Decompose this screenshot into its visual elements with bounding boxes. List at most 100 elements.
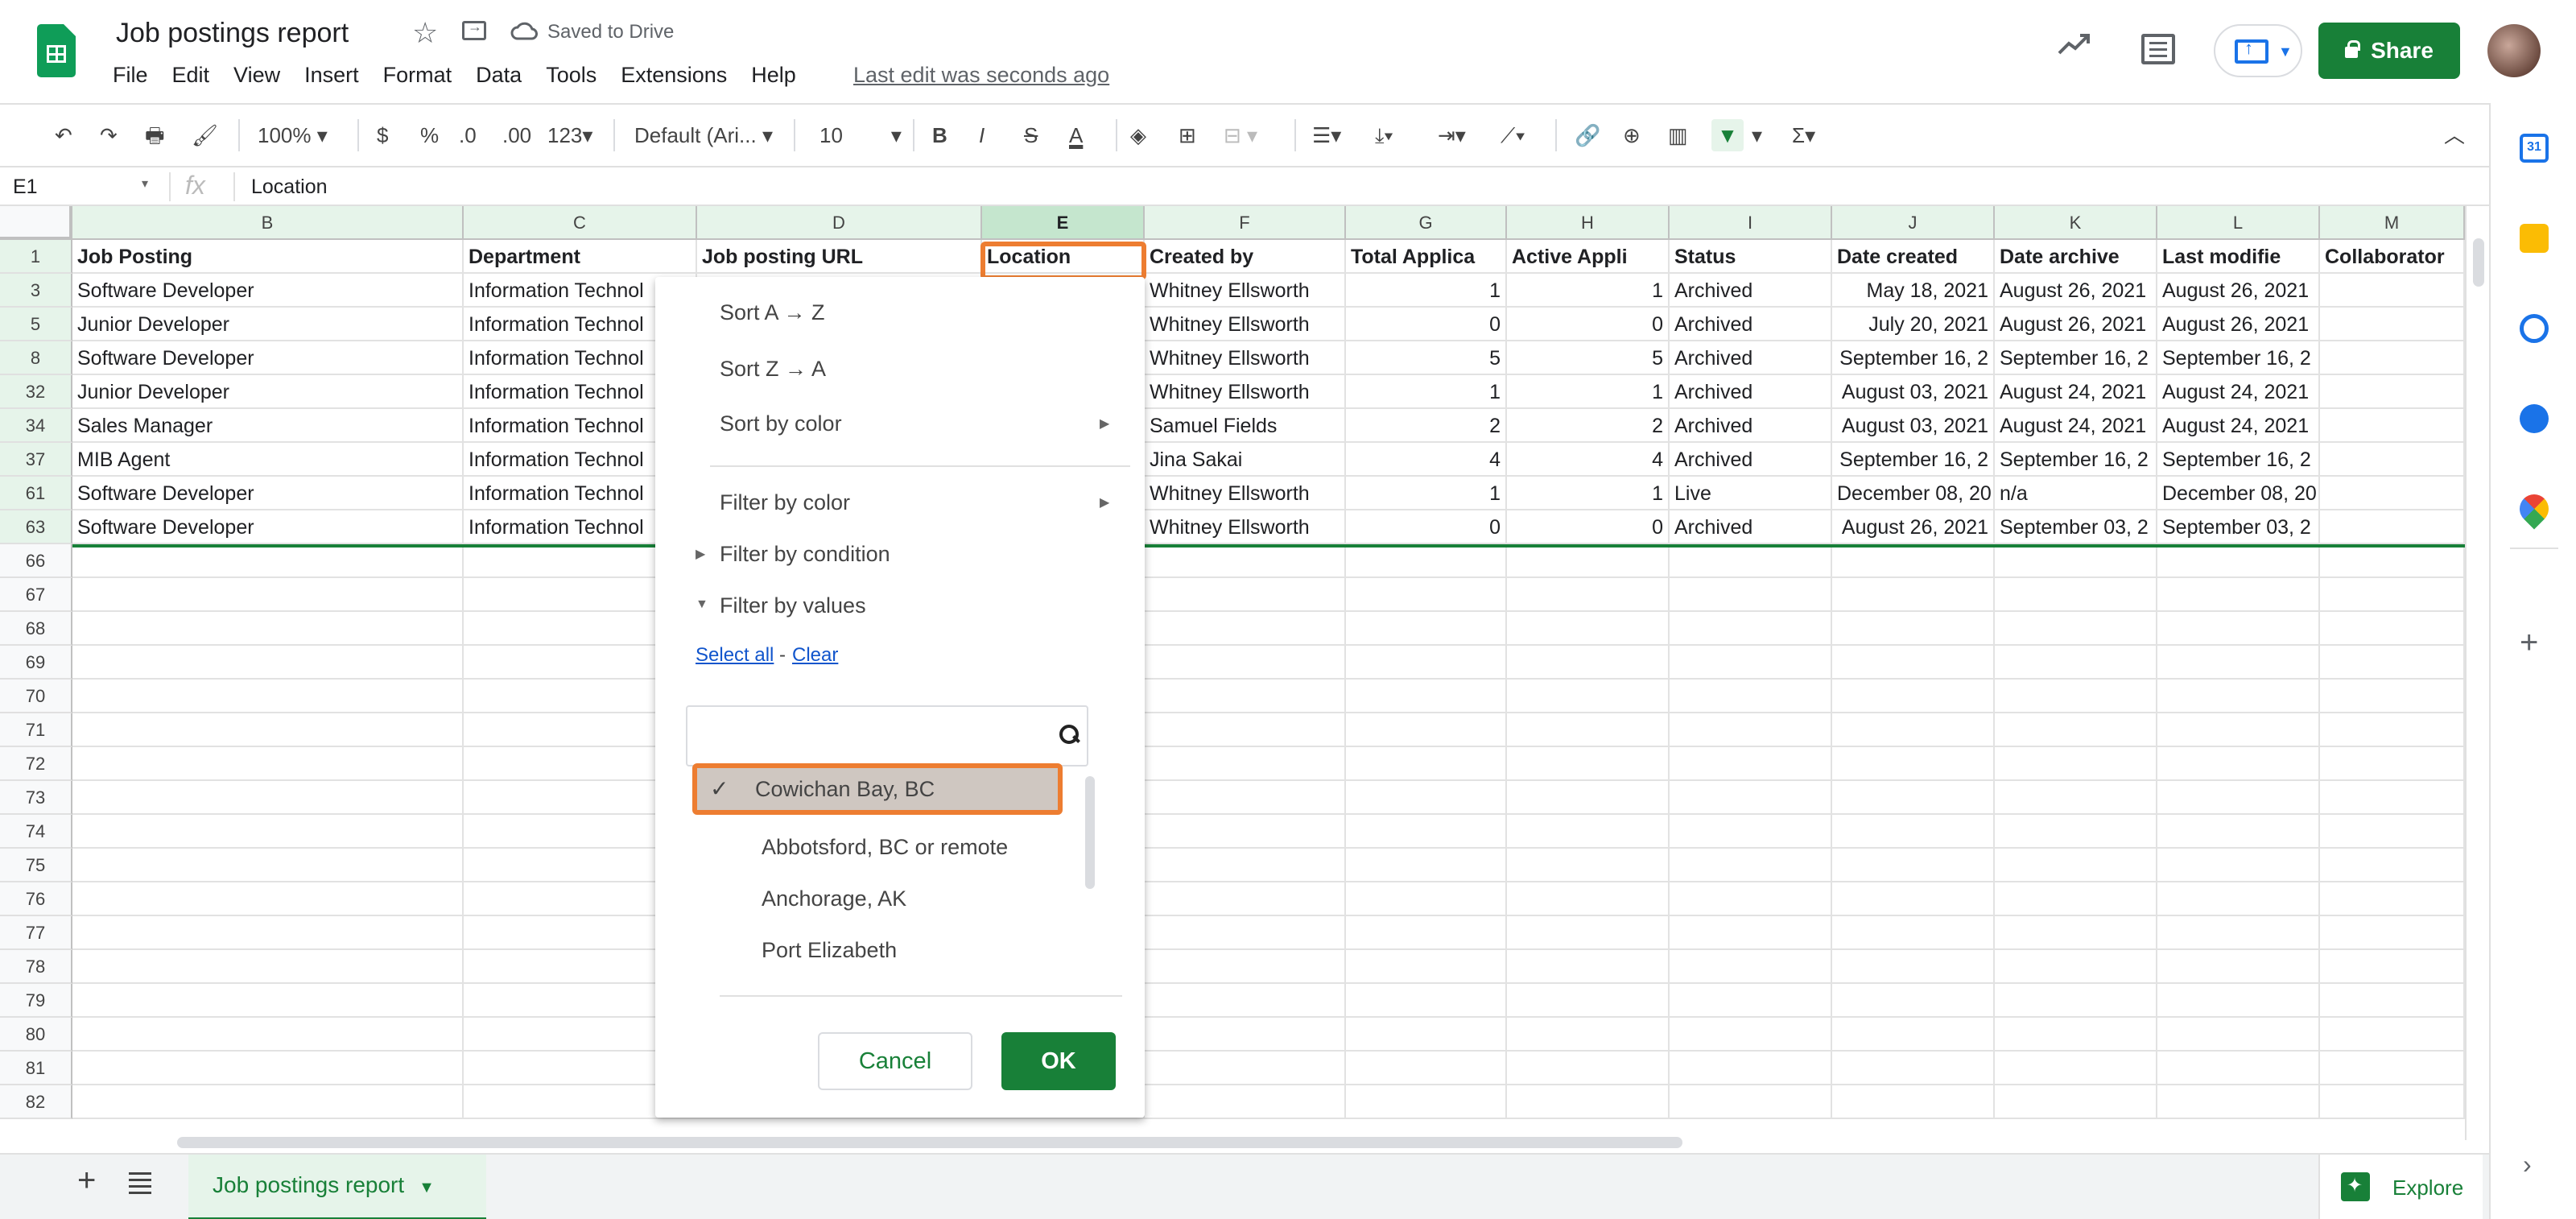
table-cell[interactable] (2320, 443, 2465, 477)
filter-icon[interactable]: ▼ (1711, 119, 1744, 151)
table-cell[interactable] (2320, 646, 2465, 680)
star-icon[interactable]: ☆ (412, 16, 438, 50)
table-cell[interactable]: 1 (1346, 274, 1507, 308)
table-cell[interactable]: Whitney Ellsworth (1145, 341, 1346, 375)
row-number[interactable]: 1 (0, 240, 72, 274)
avatar[interactable] (2487, 24, 2541, 77)
table-cell[interactable] (1346, 781, 1507, 815)
column-header-k[interactable]: K (1995, 206, 2157, 240)
table-cell[interactable]: August 26, 2021 (2157, 274, 2320, 308)
table-cell[interactable]: Whitney Ellsworth (1145, 510, 1346, 544)
table-cell[interactable] (1145, 882, 1346, 916)
keep-icon[interactable] (2520, 224, 2549, 253)
table-cell[interactable]: August 26, 2021 (2157, 308, 2320, 341)
insert-comment-icon[interactable]: ⊕ (1623, 119, 1641, 151)
table-cell[interactable]: Whitney Ellsworth (1145, 477, 1346, 510)
table-cell[interactable]: August 24, 2021 (1995, 375, 2157, 409)
table-cell[interactable]: December 08, 20 (2157, 477, 2320, 510)
table-cell[interactable]: August 26, 2021 (1995, 308, 2157, 341)
table-cell[interactable]: Software Developer (72, 341, 464, 375)
table-cell[interactable] (72, 612, 464, 646)
column-header-m[interactable]: M (2320, 206, 2465, 240)
table-cell[interactable] (1346, 950, 1507, 984)
share-button[interactable]: Share (2318, 23, 2460, 79)
row-number[interactable]: 32 (0, 375, 72, 409)
table-cell[interactable]: 5 (1346, 341, 1507, 375)
table-cell[interactable] (1995, 984, 2157, 1018)
table-cell[interactable] (1145, 849, 1346, 882)
functions-icon[interactable]: Σ▾ (1792, 119, 1815, 151)
table-cell[interactable] (1995, 882, 2157, 916)
table-cell[interactable]: August 26, 2021 (1832, 510, 1995, 544)
row-number[interactable]: 63 (0, 510, 72, 544)
table-cell[interactable]: 1 (1346, 375, 1507, 409)
table-cell[interactable] (1507, 984, 1670, 1018)
collapse-menus-chevron-up-icon[interactable]: ︿ (2444, 119, 2465, 151)
table-cell[interactable]: August 24, 2021 (2157, 375, 2320, 409)
table-cell[interactable]: n/a (1995, 477, 2157, 510)
column-header-b[interactable]: B (72, 206, 464, 240)
row-number[interactable]: 66 (0, 544, 72, 578)
table-cell[interactable]: 0 (1346, 510, 1507, 544)
table-cell[interactable]: Whitney Ellsworth (1145, 274, 1346, 308)
paint-format-icon[interactable]: 🖌 (192, 119, 218, 151)
table-cell[interactable]: September 03, 2 (1995, 510, 2157, 544)
menu-insert[interactable]: Insert (304, 63, 359, 88)
row-number[interactable]: 78 (0, 950, 72, 984)
table-cell[interactable]: August 03, 2021 (1832, 409, 1995, 443)
table-cell[interactable] (1832, 544, 1995, 578)
row-number[interactable]: 69 (0, 646, 72, 680)
menu-help[interactable]: Help (751, 63, 796, 88)
table-cell[interactable] (2320, 510, 2465, 544)
table-cell[interactable] (1832, 612, 1995, 646)
print-icon[interactable]: 🖶 (145, 119, 165, 151)
table-cell[interactable] (2320, 747, 2465, 781)
table-cell[interactable] (2157, 984, 2320, 1018)
row-number[interactable]: 67 (0, 578, 72, 612)
strikethrough-icon[interactable]: S (1024, 119, 1038, 151)
table-cell[interactable] (1995, 713, 2157, 747)
table-cell[interactable] (1346, 1018, 1507, 1052)
table-cell[interactable] (2320, 916, 2465, 950)
table-cell[interactable]: 2 (1346, 409, 1507, 443)
table-cell[interactable] (2320, 409, 2465, 443)
table-cell[interactable] (2157, 646, 2320, 680)
table-cell[interactable] (1145, 1052, 1346, 1085)
table-cell[interactable] (2320, 713, 2465, 747)
filter-by-color-item[interactable]: Filter by color (720, 486, 850, 519)
filter-by-values-item[interactable]: Filter by values (720, 589, 866, 622)
table-cell[interactable] (1832, 815, 1995, 849)
redo-icon[interactable]: ↷ (100, 119, 118, 151)
table-cell[interactable] (1145, 646, 1346, 680)
column-header-f[interactable]: F (1145, 206, 1346, 240)
table-cell[interactable] (1995, 544, 2157, 578)
table-cell[interactable] (1145, 916, 1346, 950)
table-cell[interactable] (1346, 1085, 1507, 1119)
column-header-h[interactable]: H (1507, 206, 1670, 240)
filter-values-search-input[interactable] (686, 705, 1088, 767)
row-number[interactable]: 71 (0, 713, 72, 747)
table-cell[interactable]: Archived (1670, 308, 1832, 341)
column-header-e[interactable]: E (982, 206, 1145, 240)
row-number[interactable]: 75 (0, 849, 72, 882)
row-number[interactable]: 72 (0, 747, 72, 781)
table-cell[interactable] (72, 544, 464, 578)
table-cell[interactable]: 0 (1346, 308, 1507, 341)
header-cell[interactable]: Date archive (1995, 240, 2157, 274)
table-cell[interactable] (1670, 646, 1832, 680)
table-cell[interactable]: August 03, 2021 (1832, 375, 1995, 409)
table-cell[interactable] (2320, 308, 2465, 341)
table-cell[interactable] (72, 815, 464, 849)
table-cell[interactable]: 1 (1507, 477, 1670, 510)
table-cell[interactable]: Junior Developer (72, 375, 464, 409)
table-cell[interactable] (1995, 578, 2157, 612)
table-cell[interactable] (1507, 815, 1670, 849)
menu-format[interactable]: Format (383, 63, 452, 88)
table-cell[interactable] (1670, 612, 1832, 646)
table-cell[interactable] (1995, 612, 2157, 646)
table-cell[interactable] (1832, 747, 1995, 781)
table-cell[interactable] (1507, 916, 1670, 950)
table-cell[interactable] (1670, 1018, 1832, 1052)
table-cell[interactable]: August 24, 2021 (1995, 409, 2157, 443)
filter-value-option[interactable]: ✓ Cowichan Bay, BC (692, 763, 1063, 815)
